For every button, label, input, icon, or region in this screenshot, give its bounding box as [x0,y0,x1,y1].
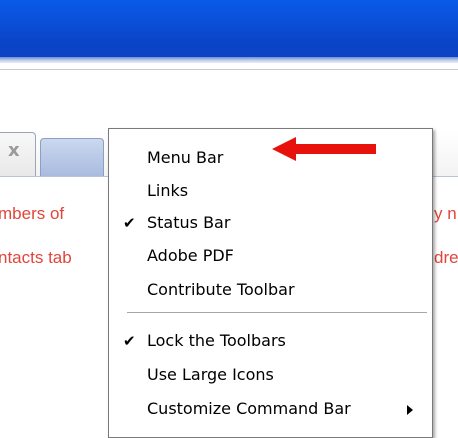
menu-item-menu-bar[interactable]: Menu Bar [109,142,432,174]
menu-item-label: Lock the Toolbars [147,331,286,350]
content-text-line1-left: mbers of [0,204,65,223]
menu-item-lock-the-toolbars[interactable]: ✔ Lock the Toolbars [109,325,432,357]
new-tab-button[interactable] [40,138,104,176]
command-bar-area [0,63,458,130]
command-bar-divider [0,69,458,70]
red-arrow-icon [272,137,376,161]
menu-item-label: Customize Command Bar [147,399,351,418]
menu-item-customize-command-bar[interactable]: Customize Command Bar [109,393,432,425]
menu-item-status-bar[interactable]: ✔ Status Bar [109,207,432,239]
content-text-line1-right: y n [434,204,457,223]
menu-item-adobe-pdf[interactable]: Adobe PDF [109,240,432,272]
check-icon: ✔ [123,332,136,350]
menu-item-contribute-toolbar[interactable]: Contribute Toolbar [109,274,432,306]
submenu-arrow-icon [407,405,413,415]
check-icon: ✔ [123,214,136,232]
content-text-line2-left: ntacts tab [0,248,72,267]
menu-item-use-large-icons[interactable]: Use Large Icons [109,359,432,391]
tab-close-icon[interactable]: x [8,139,20,163]
content-text-line2-right: dre [434,248,458,267]
toolbar-context-menu: Menu Bar Links ✔ Status Bar Adobe PDF Co… [108,128,433,438]
window-title-bar[interactable] [0,0,458,57]
menu-item-label: Links [147,181,189,200]
menu-separator [127,312,427,313]
menu-item-label: Status Bar [147,213,231,232]
menu-item-links[interactable]: Links [109,175,432,207]
menu-item-label: Use Large Icons [147,365,274,384]
menu-item-label: Menu Bar [147,148,224,167]
menu-item-label: Adobe PDF [147,246,234,265]
menu-item-label: Contribute Toolbar [147,280,295,299]
